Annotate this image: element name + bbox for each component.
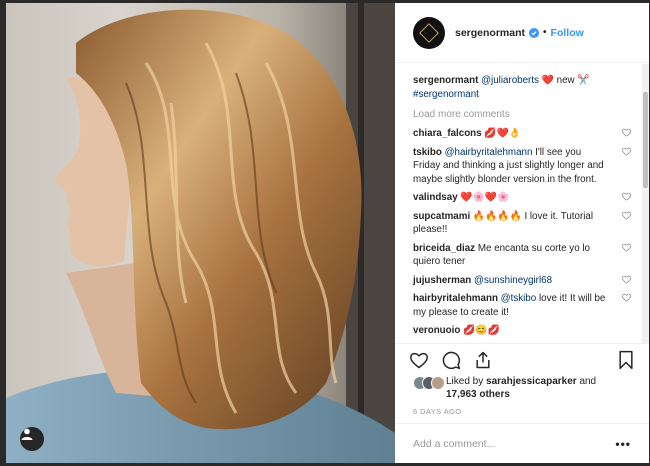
author-avatar[interactable] bbox=[413, 16, 445, 49]
brand-logo-icon bbox=[419, 22, 439, 43]
comment-item: hairbyritalehmann @tskibo love it! It wi… bbox=[413, 292, 631, 319]
comment-item: briceida_diaz Me encanta su corte yo lo … bbox=[413, 242, 631, 269]
comments-list[interactable]: sergenormant @juliaroberts ❤️ new ✂️ #se… bbox=[395, 64, 649, 343]
post-timestamp: 6 DAYS AGO bbox=[413, 407, 462, 416]
comment-username[interactable]: jujusherman bbox=[413, 275, 471, 286]
like-comment-heart-icon[interactable] bbox=[622, 211, 631, 220]
like-comment-heart-icon[interactable] bbox=[622, 128, 631, 137]
liker-avatars[interactable] bbox=[413, 376, 445, 390]
verified-badge-icon bbox=[529, 27, 540, 38]
post-photo[interactable] bbox=[6, 3, 395, 463]
comment-username[interactable]: chiara_falcons bbox=[413, 128, 482, 139]
post-side-panel: sergenormant • Follow sergenormant @juli… bbox=[395, 3, 649, 463]
post-caption: sergenormant @juliaroberts ❤️ new ✂️ #se… bbox=[413, 74, 631, 101]
share-icon bbox=[476, 351, 490, 368]
comment-emoji: 💋❤️👌 bbox=[484, 128, 521, 139]
liker-avatar bbox=[431, 376, 445, 390]
comments-scrollbar[interactable] bbox=[642, 64, 649, 343]
speech-bubble-icon bbox=[442, 351, 461, 369]
caption-mention[interactable]: @juliaroberts bbox=[481, 75, 539, 86]
likes-prefix: Liked by bbox=[446, 376, 484, 387]
comment-emoji: 💋😊💋 bbox=[463, 325, 500, 336]
caption-hashtag[interactable]: #sergenormant bbox=[413, 89, 479, 100]
add-comment-bar: ••• bbox=[395, 423, 649, 463]
likes-text: Liked by sarahjessicaparker and 17,963 o… bbox=[446, 375, 596, 401]
save-button[interactable] bbox=[617, 350, 635, 370]
author-username[interactable]: sergenormant bbox=[455, 27, 525, 39]
comment-username[interactable]: veronuoio bbox=[413, 325, 460, 336]
comment-mention[interactable]: @tskibo bbox=[501, 293, 537, 304]
likes-count[interactable]: 17,963 others bbox=[446, 389, 510, 400]
like-comment-heart-icon[interactable] bbox=[622, 293, 631, 302]
like-button[interactable] bbox=[409, 350, 429, 370]
comment-mention[interactable]: @sunshineygirl68 bbox=[474, 275, 552, 286]
tagged-user-button[interactable] bbox=[20, 427, 44, 451]
scissors-emoji: ✂️ bbox=[577, 75, 590, 86]
heart-icon bbox=[410, 352, 428, 368]
more-options-button[interactable]: ••• bbox=[615, 437, 631, 451]
comment-item: jujusherman @sunshineygirl68 bbox=[413, 274, 631, 288]
like-comment-heart-icon[interactable] bbox=[622, 275, 631, 284]
person-icon bbox=[21, 428, 33, 440]
comment-emoji: 🔥🔥🔥🔥 bbox=[472, 210, 522, 222]
comment-username[interactable]: hairbyritalehmann bbox=[413, 293, 498, 304]
comment-username[interactable]: supcatmami bbox=[413, 211, 470, 222]
like-comment-heart-icon[interactable] bbox=[622, 147, 631, 156]
comment-item: veronuoio 💋😊💋 bbox=[413, 324, 631, 338]
hair-profile-illustration bbox=[6, 3, 395, 463]
likes-conjunction: and bbox=[579, 376, 597, 387]
comment-username[interactable]: valindsay bbox=[413, 192, 458, 203]
like-comment-heart-icon[interactable] bbox=[622, 192, 631, 201]
liked-by-user[interactable]: sarahjessicaparker bbox=[486, 376, 577, 387]
comment-button[interactable] bbox=[441, 350, 461, 370]
share-button[interactable] bbox=[473, 350, 493, 370]
comment-username[interactable]: briceida_diaz bbox=[413, 243, 475, 254]
heart-emoji: ❤️ bbox=[541, 75, 554, 86]
comment-item: chiara_falcons 💋❤️👌 bbox=[413, 127, 631, 141]
comment-username[interactable]: tskibo bbox=[413, 147, 442, 158]
comment-mention[interactable]: @hairbyritalehmann bbox=[445, 147, 533, 158]
post-header: sergenormant • Follow bbox=[395, 3, 649, 63]
bookmark-icon bbox=[619, 350, 633, 369]
comment-item: supcatmami 🔥🔥🔥🔥 I love it. Tutorial plea… bbox=[413, 210, 631, 237]
scrollbar-thumb[interactable] bbox=[643, 92, 648, 188]
load-more-comments-button[interactable]: Load more comments bbox=[413, 109, 631, 120]
comment-emoji: ❤️🌸❤️🌸 bbox=[460, 192, 510, 203]
follow-button[interactable]: Follow bbox=[551, 27, 584, 39]
caption-username[interactable]: sergenormant bbox=[413, 75, 478, 86]
caption-text: new bbox=[556, 75, 575, 86]
header-separator: • bbox=[543, 27, 547, 38]
comment-input[interactable] bbox=[413, 437, 616, 450]
comment-item: tskibo @hairbyritalehmann I'll see you F… bbox=[413, 146, 631, 187]
comment-item: valindsay ❤️🌸❤️🌸 bbox=[413, 191, 631, 205]
like-comment-heart-icon[interactable] bbox=[622, 243, 631, 252]
likes-summary: Liked by sarahjessicaparker and 17,963 o… bbox=[413, 375, 643, 401]
post-actions-bar bbox=[395, 343, 649, 375]
